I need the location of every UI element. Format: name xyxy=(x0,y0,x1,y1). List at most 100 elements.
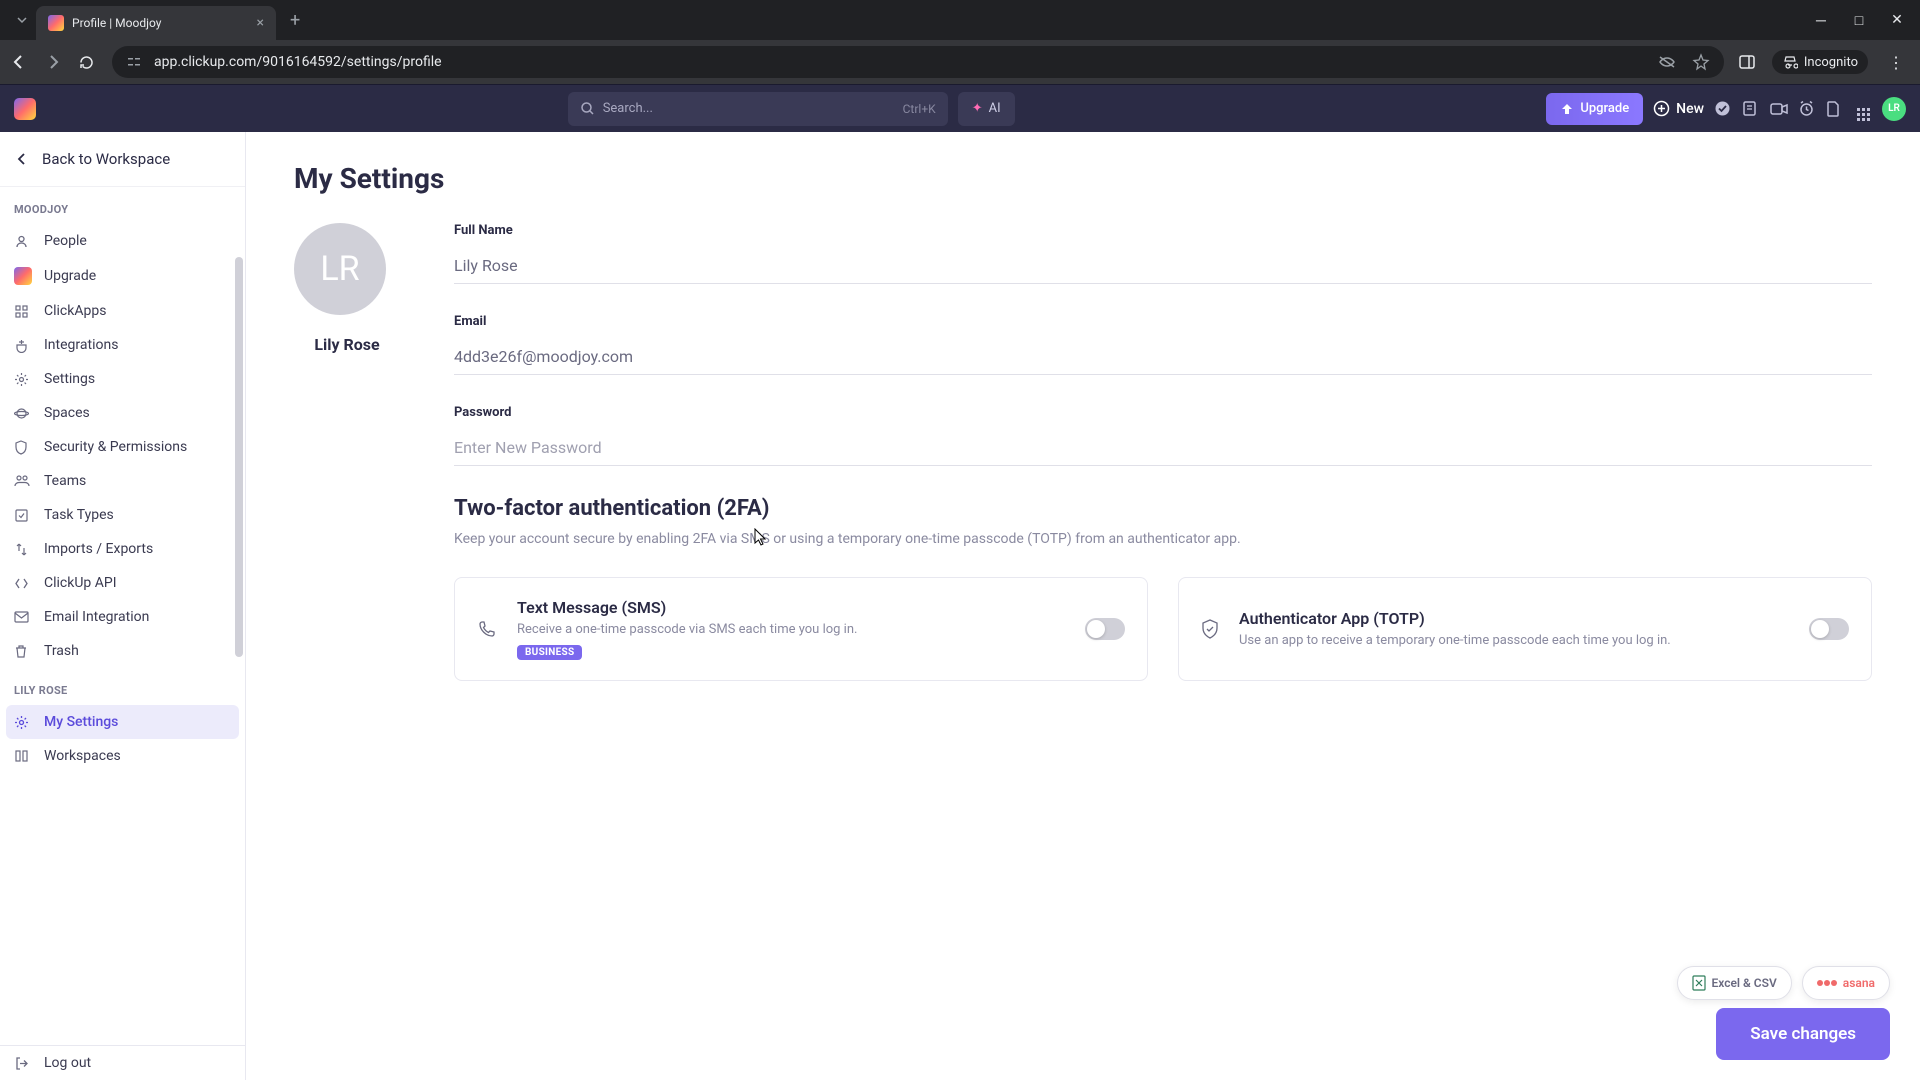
incognito-badge[interactable]: Incognito xyxy=(1772,50,1868,74)
search-icon xyxy=(580,101,595,116)
sidebar-item-api[interactable]: ClickUp API xyxy=(0,566,245,600)
side-panel-icon[interactable] xyxy=(1738,53,1758,71)
sidebar-item-email[interactable]: Email Integration xyxy=(0,600,245,634)
tfa-totp-desc: Use an app to receive a temporary one-ti… xyxy=(1239,632,1789,650)
sidebar-item-clickapps[interactable]: ClickApps xyxy=(0,294,245,328)
app-header: Search... Ctrl+K ✦ AI Upgrade New xyxy=(0,84,1920,132)
close-window-button[interactable]: ✕ xyxy=(1890,12,1904,29)
tfa-sms-title: Text Message (SMS) xyxy=(517,598,1065,617)
shield-icon xyxy=(14,440,32,455)
sidebar-item-label: Teams xyxy=(44,473,86,489)
password-input[interactable] xyxy=(454,430,1872,466)
ai-button[interactable]: ✦ AI xyxy=(958,92,1015,126)
sidebar-scrollbar[interactable] xyxy=(235,257,243,657)
tracking-icon[interactable] xyxy=(1658,53,1676,71)
chip-asana-label: asana xyxy=(1843,976,1875,990)
bookmark-icon[interactable] xyxy=(1692,53,1710,71)
tfa-sms-card: Text Message (SMS) Receive a one-time pa… xyxy=(454,577,1148,681)
sidebar-item-people[interactable]: People xyxy=(0,224,245,258)
minimize-button[interactable]: ─ xyxy=(1814,12,1828,29)
gear-icon xyxy=(14,715,32,730)
browser-toolbar: app.clickup.com/9016164592/settings/prof… xyxy=(0,40,1920,84)
trash-icon xyxy=(14,644,32,659)
sidebar-item-settings[interactable]: Settings xyxy=(0,362,245,396)
sidebar-item-imports[interactable]: Imports / Exports xyxy=(0,532,245,566)
sidebar-item-label: ClickUp API xyxy=(44,575,117,591)
back-to-workspace[interactable]: Back to Workspace xyxy=(0,132,245,187)
ai-label: AI xyxy=(989,101,1001,116)
tfa-section-title: Two-factor authentication (2FA) xyxy=(454,496,1872,521)
tfa-totp-card: Authenticator App (TOTP) Use an app to r… xyxy=(1178,577,1872,681)
sidebar-item-spaces[interactable]: Spaces xyxy=(0,396,245,430)
upgrade-label: Upgrade xyxy=(1580,101,1629,116)
tfa-section-desc: Keep your account secure by enabling 2FA… xyxy=(454,531,1872,547)
planet-icon xyxy=(14,406,32,421)
search-shortcut: Ctrl+K xyxy=(903,102,936,116)
apps-icon xyxy=(14,304,32,319)
forward-button[interactable] xyxy=(44,53,64,71)
tab-title: Profile | Moodjoy xyxy=(72,16,249,30)
email-label: Email xyxy=(454,314,1872,329)
logout-icon xyxy=(14,1056,32,1071)
incognito-icon xyxy=(1782,54,1798,70)
email-input[interactable] xyxy=(454,339,1872,375)
sidebar-item-security[interactable]: Security & Permissions xyxy=(0,430,245,464)
sidebar-section-workspace: MOODJOY xyxy=(0,187,245,224)
avatar[interactable]: LR xyxy=(294,223,386,315)
sidebar-item-tasktypes[interactable]: Task Types xyxy=(0,498,245,532)
browser-menu-icon[interactable]: ⋮ xyxy=(1882,53,1910,72)
app-logo-icon[interactable] xyxy=(14,98,36,120)
alarm-icon[interactable] xyxy=(1798,100,1816,117)
tfa-totp-toggle[interactable] xyxy=(1809,618,1849,640)
workspace-icon xyxy=(14,749,32,763)
chip-excel-csv[interactable]: Excel & CSV xyxy=(1677,966,1792,1000)
main-content: My Settings LR Lily Rose Full Name Email… xyxy=(246,132,1920,1080)
reload-button[interactable] xyxy=(78,54,98,71)
address-bar[interactable]: app.clickup.com/9016164592/settings/prof… xyxy=(112,46,1724,78)
excel-icon xyxy=(1692,975,1706,991)
sidebar-item-logout[interactable]: Log out xyxy=(0,1046,245,1080)
user-avatar[interactable]: LR xyxy=(1882,97,1906,121)
upgrade-button[interactable]: Upgrade xyxy=(1546,93,1643,125)
sidebar-item-label: Workspaces xyxy=(44,748,121,764)
sidebar-item-label: Imports / Exports xyxy=(44,541,153,557)
back-button[interactable] xyxy=(10,53,30,71)
logout-label: Log out xyxy=(44,1055,91,1071)
browser-tab[interactable]: Profile | Moodjoy × xyxy=(36,6,276,40)
new-tab-button[interactable]: + xyxy=(290,10,300,31)
email-icon xyxy=(14,611,32,623)
record-icon[interactable] xyxy=(1770,102,1788,116)
upgrade-icon xyxy=(1560,102,1574,116)
sidebar-item-upgrade[interactable]: Upgrade xyxy=(0,258,245,294)
save-changes-button[interactable]: Save changes xyxy=(1716,1008,1890,1060)
maximize-button[interactable]: □ xyxy=(1852,12,1866,29)
favicon-icon xyxy=(48,15,64,31)
full-name-input[interactable] xyxy=(454,248,1872,284)
sidebar-item-integrations[interactable]: Integrations xyxy=(0,328,245,362)
new-label: New xyxy=(1676,101,1704,117)
sidebar-item-label: Email Integration xyxy=(44,609,149,625)
browser-tab-strip: Profile | Moodjoy × + ─ □ ✕ xyxy=(0,0,1920,40)
teams-icon xyxy=(14,474,32,488)
sidebar-item-label: Integrations xyxy=(44,337,118,353)
chip-asana[interactable]: asana xyxy=(1802,966,1890,1000)
integrations-icon xyxy=(14,338,32,353)
shield-check-icon xyxy=(1201,619,1219,639)
sidebar-item-label: People xyxy=(44,233,87,249)
notepad-icon[interactable] xyxy=(1742,100,1760,117)
tab-close-icon[interactable]: × xyxy=(257,15,264,31)
site-settings-icon[interactable] xyxy=(126,54,142,70)
new-button[interactable]: New xyxy=(1653,100,1704,117)
sidebar-item-workspaces[interactable]: Workspaces xyxy=(0,739,245,773)
sidebar-item-label: Upgrade xyxy=(44,268,96,284)
sidebar-item-mysettings[interactable]: My Settings xyxy=(6,705,239,739)
tfa-sms-toggle[interactable] xyxy=(1085,618,1125,640)
sidebar-item-teams[interactable]: Teams xyxy=(0,464,245,498)
global-search[interactable]: Search... Ctrl+K xyxy=(568,92,948,126)
sidebar-item-trash[interactable]: Trash xyxy=(0,634,245,668)
tab-search-dropdown[interactable] xyxy=(8,6,36,34)
window-controls: ─ □ ✕ xyxy=(1814,12,1912,29)
checkmark-icon[interactable] xyxy=(1714,100,1732,117)
apps-grid-icon[interactable] xyxy=(1854,97,1872,121)
doc-icon[interactable] xyxy=(1826,100,1844,117)
